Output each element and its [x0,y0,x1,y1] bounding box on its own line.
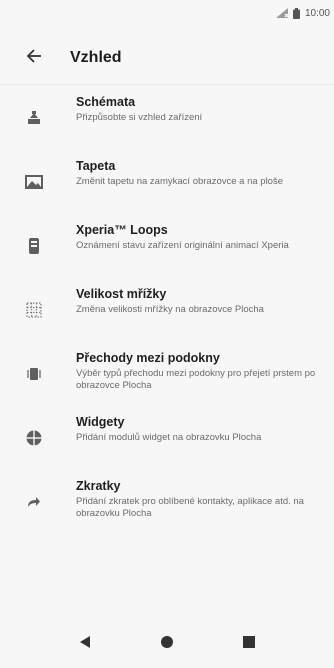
item-title: Tapeta [76,159,116,173]
page-title: Vzhled [70,49,122,66]
themes-icon [22,106,46,130]
item-subtitle: Výběr typů přechodu mezi podokny pro pře… [76,368,316,391]
list-item-wallpaper[interactable]: Tapeta Změnit tapetu na zamykací obrazov… [0,150,334,214]
back-triangle-icon [78,635,92,654]
header-divider [0,84,334,85]
list-item-xperia-loops[interactable]: Xperia™ Loops Oznámení stavu zařízení or… [0,214,334,278]
list-item-pane-transitions[interactable]: Přechody mezi podokny Výběr typů přechod… [0,342,334,406]
item-subtitle: Změnit tapetu na zamykací obrazovce a na… [76,176,284,187]
back-button[interactable] [6,34,62,82]
navigation-bar [0,620,334,668]
grid-size-icon [22,298,46,322]
list-item-shortcuts[interactable]: Zkratky Přidání zkratek pro oblíbené kon… [0,470,334,534]
widgets-icon [22,426,46,450]
item-title: Widgety [76,415,125,429]
item-subtitle: Oznámení stavu zařízení originální anima… [76,240,289,251]
item-title: Xperia™ Loops [76,223,168,237]
item-subtitle: Změna velikosti mřížky na obrazovce Ploc… [76,304,264,315]
item-title: Zkratky [76,479,121,493]
item-title: Přechody mezi podokny [76,351,220,365]
arrow-back-icon [26,48,42,69]
recents-square-icon [243,635,255,653]
shortcut-icon [22,490,46,514]
wallpaper-icon [22,170,46,194]
list-item-grid-size[interactable]: Velikost mřížky Změna velikosti mřížky n… [0,278,334,342]
pane-transitions-icon [22,362,46,386]
item-subtitle: Přidání zkratek pro oblíbené kontakty, a… [76,496,304,519]
item-subtitle: Přidání modulů widget na obrazovku Ploch… [76,432,262,443]
nav-back-button[interactable] [65,624,105,664]
list-item-themes[interactable]: Schémata Přizpůsobte si vzhled zařízení [0,86,334,150]
xperia-loops-icon [22,234,46,258]
status-bar: 10:00 [0,0,334,26]
item-title: Velikost mřížky [76,287,167,301]
status-time: 10:00 [304,7,330,19]
list-item-widgets[interactable]: Widgety Přidání modulů widget na obrazov… [0,406,334,470]
app-bar: Vzhled [0,26,334,90]
item-subtitle: Přizpůsobte si vzhled zařízení [76,112,203,123]
signal-icon [275,8,288,18]
nav-recents-button[interactable] [229,624,269,664]
item-title: Schémata [76,95,136,109]
home-circle-icon [160,635,174,654]
battery-icon [292,7,300,19]
nav-home-button[interactable] [147,624,187,664]
